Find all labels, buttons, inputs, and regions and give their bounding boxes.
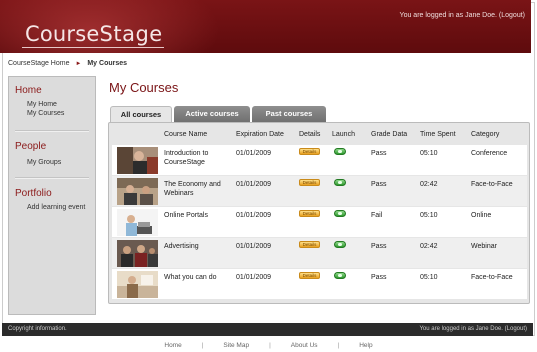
logo-text-course: Course <box>25 22 100 46</box>
col-details: Details <box>299 131 321 138</box>
sidebar-divider <box>15 177 89 179</box>
details-button[interactable]: Details <box>299 272 320 279</box>
course-thumbnail-image <box>117 271 158 298</box>
launch-go-icon[interactable] <box>334 179 346 186</box>
sidebar-item-add-learning-event[interactable]: Add learning event <box>15 203 89 212</box>
footer-link-home[interactable]: Home <box>164 342 181 349</box>
course-name[interactable]: What you can do <box>164 273 230 282</box>
course-thumbnail-image <box>117 209 158 236</box>
sidebar-item-my-groups[interactable]: My Groups <box>15 158 89 167</box>
table-row[interactable]: Introduction to CourseStage 01/01/2009 D… <box>112 145 527 175</box>
site-footer: Copyright information. You are logged in… <box>2 323 533 336</box>
course-name[interactable]: Online Portals <box>164 211 230 220</box>
table-row[interactable]: What you can do 01/01/2009 Details Pass … <box>112 269 527 299</box>
header-user-status[interactable]: You are logged in as Jane Doe. (Logout) <box>400 12 525 19</box>
breadcrumb-current: My Courses <box>87 60 128 67</box>
course-thumbnail-image <box>117 147 158 174</box>
course-name[interactable]: Introduction to CourseStage <box>164 149 230 167</box>
sidebar-item-my-courses[interactable]: My Courses <box>15 109 89 118</box>
category: Conference <box>471 150 508 157</box>
details-button[interactable]: Details <box>299 241 320 248</box>
footer-link-help[interactable]: Help <box>359 342 372 349</box>
footer-divider: | <box>337 342 340 349</box>
footer-nav: Home | Site Map | About Us | Help <box>0 342 537 349</box>
time-spent: 05:10 <box>420 274 438 281</box>
table-row[interactable]: Online Portals 01/01/2009 Details Fail 0… <box>112 207 527 237</box>
tab-past-courses[interactable]: Past courses <box>252 106 326 122</box>
launch-go-icon[interactable] <box>334 210 346 217</box>
launch-go-icon[interactable] <box>334 148 346 155</box>
copyright-text: Copyright information. <box>8 326 67 332</box>
footer-divider: | <box>201 342 204 349</box>
col-grade-data: Grade Data <box>371 131 408 138</box>
breadcrumb-home-link[interactable]: CourseStage Home <box>8 60 69 67</box>
col-launch: Launch <box>332 131 355 138</box>
logo-text-stage: Stage <box>99 22 163 46</box>
table-row[interactable]: The Economy and Webinars 01/01/2009 Deta… <box>112 176 527 206</box>
grade-data: Pass <box>371 150 387 157</box>
course-thumbnail-image <box>117 240 158 267</box>
grade-data: Pass <box>371 243 387 250</box>
sidebar-divider <box>15 130 89 132</box>
col-time-spent: Time Spent <box>420 131 456 138</box>
col-category: Category <box>471 131 500 138</box>
breadcrumb: CourseStage Home ► My Courses <box>8 60 127 67</box>
course-name[interactable]: The Economy and Webinars <box>164 180 230 198</box>
sidebar: Home My Home My Courses People My Groups… <box>8 76 96 315</box>
footer-divider: | <box>269 342 271 349</box>
breadcrumb-arrow-icon: ► <box>75 61 82 67</box>
sidebar-heading-home[interactable]: Home <box>15 85 89 96</box>
table-row[interactable]: Advertising 01/01/2009 Details Pass 02:4… <box>112 238 527 268</box>
category: Face-to-Face <box>471 274 513 281</box>
expiration-date: 01/01/2009 <box>236 243 272 250</box>
courses-table: Course Name Expiration Date Details Laun… <box>108 122 530 304</box>
col-course-name: Course Name <box>164 131 208 138</box>
details-button[interactable]: Details <box>299 210 320 217</box>
expiration-date: 01/01/2009 <box>236 150 272 157</box>
category: Face-to-Face <box>471 181 513 188</box>
table-header: Course Name Expiration Date Details Laun… <box>112 125 527 145</box>
footer-link-site-map[interactable]: Site Map <box>223 342 249 349</box>
grade-data: Pass <box>371 181 387 188</box>
page-title: My Courses <box>109 80 179 95</box>
course-name[interactable]: Advertising <box>164 242 230 251</box>
footer-link-about-us[interactable]: About Us <box>291 342 318 349</box>
site-header: CourseStage You are logged in as Jane Do… <box>0 0 531 53</box>
details-button[interactable]: Details <box>299 179 320 186</box>
time-spent: 02:42 <box>420 181 438 188</box>
expiration-date: 01/01/2009 <box>236 274 272 281</box>
logo-underline <box>22 47 164 48</box>
expiration-date: 01/01/2009 <box>236 212 272 219</box>
grade-data: Fail <box>371 212 383 219</box>
col-expiration-date: Expiration Date <box>236 131 284 138</box>
category: Online <box>471 212 492 219</box>
time-spent: 05:10 <box>420 150 438 157</box>
footer-user-status[interactable]: You are logged in as Jane Doe. (Logout) <box>419 326 527 332</box>
launch-go-icon[interactable] <box>334 241 346 248</box>
expiration-date: 01/01/2009 <box>236 181 272 188</box>
launch-go-icon[interactable] <box>334 272 346 279</box>
category: Webinar <box>471 243 497 250</box>
time-spent: 05:10 <box>420 212 438 219</box>
course-thumbnail-image <box>117 178 158 205</box>
grade-data: Pass <box>371 274 387 281</box>
sidebar-heading-people[interactable]: People <box>15 141 89 152</box>
coursestage-logo[interactable]: CourseStage <box>25 22 163 46</box>
tab-active-courses[interactable]: Active courses <box>174 106 250 122</box>
sidebar-item-my-home[interactable]: My Home <box>15 100 89 109</box>
details-button[interactable]: Details <box>299 148 320 155</box>
time-spent: 02:42 <box>420 243 438 250</box>
sidebar-heading-portfolio[interactable]: Portfolio <box>15 188 89 199</box>
